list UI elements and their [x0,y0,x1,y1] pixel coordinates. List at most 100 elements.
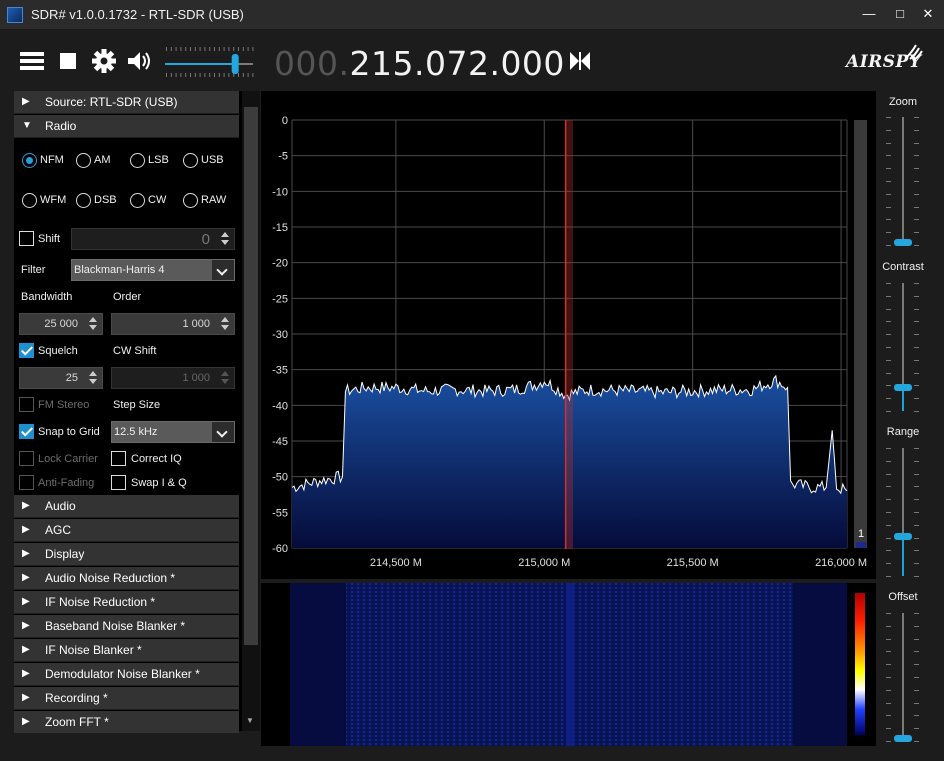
waterfall-display[interactable] [261,583,876,746]
radio-am[interactable] [76,153,91,168]
step-size-select[interactable]: 12.5 kHz [111,421,235,443]
volume-tick [233,47,235,51]
volume-tick [252,47,254,51]
radio-dsb[interactable] [76,193,91,208]
volume-tick [166,73,167,77]
filter-bandwidth-marker[interactable] [566,120,573,549]
volume-tick [199,47,201,51]
fm-stereo-checkbox[interactable] [19,397,34,412]
section-zoom-fft[interactable]: ▶ Zoom FFT * [14,711,239,734]
audio-button[interactable] [125,46,155,76]
section-display[interactable]: ▶ Display [14,543,239,566]
stop-button[interactable] [57,46,87,76]
expand-arrow-icon: ▶ [22,716,30,727]
section-label: Audio [45,499,76,513]
volume-slider[interactable] [163,44,255,80]
section-label: Demodulator Noise Blanker * [45,667,200,681]
mode-label: WFM [40,194,67,206]
left-panel: ▶ Source: RTL-SDR (USB) ▼ Radio NFM AM L… [14,91,260,734]
spectrum-analyzer[interactable]: 0 -5 -10 -15 -20 -25 -30 -35 -40 -45 -50 -55 -60 214… [261,91,876,579]
scrollbar-thumb[interactable] [244,107,258,645]
order-spinner[interactable] [218,315,232,333]
spectrum-chart[interactable]: 0 -5 -10 -15 -20 -25 -30 -35 -40 -45 -50 -55 -60 214… [261,91,876,579]
volume-tick [247,73,249,77]
section-source[interactable]: ▶ Source: RTL-SDR (USB) [14,91,239,114]
squelch-checkbox[interactable] [19,343,34,358]
shift-input[interactable]: 0 [71,228,235,250]
radio-wfm[interactable] [22,193,37,208]
radio-lsb[interactable] [130,153,145,168]
y-tick-label: -55 [272,507,288,519]
volume-tick [228,73,230,77]
slider-thumb[interactable] [894,239,912,246]
section-if-noise-blanker[interactable]: ▶ IF Noise Blanker * [14,639,239,662]
section-label: Audio Noise Reduction * [45,571,176,585]
wifi-signal-icon [905,44,923,61]
radio-nfm[interactable] [22,153,37,168]
menu-button[interactable] [18,46,48,76]
left-panel-scrollbar[interactable]: ▼ [242,91,260,731]
section-if-noise-reduction[interactable]: ▶ IF Noise Reduction * [14,591,239,614]
slider-thumb[interactable] [894,384,912,392]
volume-tick [242,73,244,77]
section-recording[interactable]: ▶ Recording * [14,687,239,710]
volume-tick [194,47,196,51]
expand-arrow-icon: ▶ [22,596,30,607]
radio-raw[interactable] [183,193,198,208]
settings-button[interactable] [89,46,119,76]
section-radio[interactable]: ▼ Radio [14,115,239,138]
volume-tick [185,47,187,51]
squelch-input[interactable]: 25 [19,367,103,389]
volume-tick [194,73,196,77]
correct-iq-checkbox[interactable] [111,451,126,466]
scroll-down-arrow-icon[interactable]: ▼ [246,716,254,725]
cw-shift-input[interactable]: 1 000 [111,367,235,389]
cw-shift-value: 1 000 [182,372,210,384]
y-tick-label: -35 [272,365,288,377]
radio-usb[interactable] [183,153,198,168]
expand-arrow-icon: ▶ [22,692,30,703]
volume-tick [223,47,225,51]
squelch-spinner[interactable] [86,369,100,387]
right-panel: Zoom Contrast Range Offset [876,91,944,747]
volume-tick [247,47,249,51]
slider-thumb[interactable] [894,533,912,541]
bandwidth-spinner[interactable] [86,315,100,333]
volume-tick [209,73,211,77]
radio-cw[interactable] [130,193,145,208]
chevron-down-icon [212,422,234,442]
y-tick-label: -45 [272,436,288,448]
bandwidth-value: 25 000 [44,318,78,330]
expand-arrow-icon: ▶ [22,96,30,107]
swap-button[interactable] [566,46,596,76]
expand-arrow-icon: ▶ [22,500,30,511]
volume-tick [199,73,201,77]
snap-to-grid-checkbox[interactable] [19,424,34,439]
waterfall-center [566,583,574,746]
section-demodulator-noise-blanker[interactable]: ▶ Demodulator Noise Blanker * [14,663,239,686]
order-label: Order [113,291,142,303]
frequency-value: 215.072.000 [349,44,565,83]
slider-thumb[interactable] [894,735,912,742]
frequency-display[interactable]: 000.215.072.000 [274,44,565,83]
minimize-button[interactable]: — [858,4,880,24]
bandwidth-input[interactable]: 25 000 [19,313,103,335]
x-tick-label: 216,000 M [815,557,867,569]
shift-spinner[interactable] [218,230,232,248]
order-input[interactable]: 1 000 [111,313,235,335]
anti-fading-checkbox[interactable] [19,475,34,490]
section-baseband-noise-blanker[interactable]: ▶ Baseband Noise Blanker * [14,615,239,638]
swap-iq-checkbox[interactable] [111,475,126,490]
maximize-button[interactable]: □ [889,4,911,24]
spectrum-level-bar[interactable] [854,120,867,548]
bowtie-swap-icon [570,52,590,70]
section-audio-noise-reduction[interactable]: ▶ Audio Noise Reduction * [14,567,239,590]
cw-shift-spinner[interactable] [218,369,232,387]
filter-select[interactable]: Blackman-Harris 4 [71,259,235,281]
shift-checkbox[interactable] [19,231,34,246]
section-agc[interactable]: ▶ AGC [14,519,239,542]
close-button[interactable]: ✕ [917,4,939,24]
section-audio[interactable]: ▶ Audio [14,495,239,518]
lock-carrier-checkbox[interactable] [19,451,34,466]
section-label: Recording * [45,691,108,705]
